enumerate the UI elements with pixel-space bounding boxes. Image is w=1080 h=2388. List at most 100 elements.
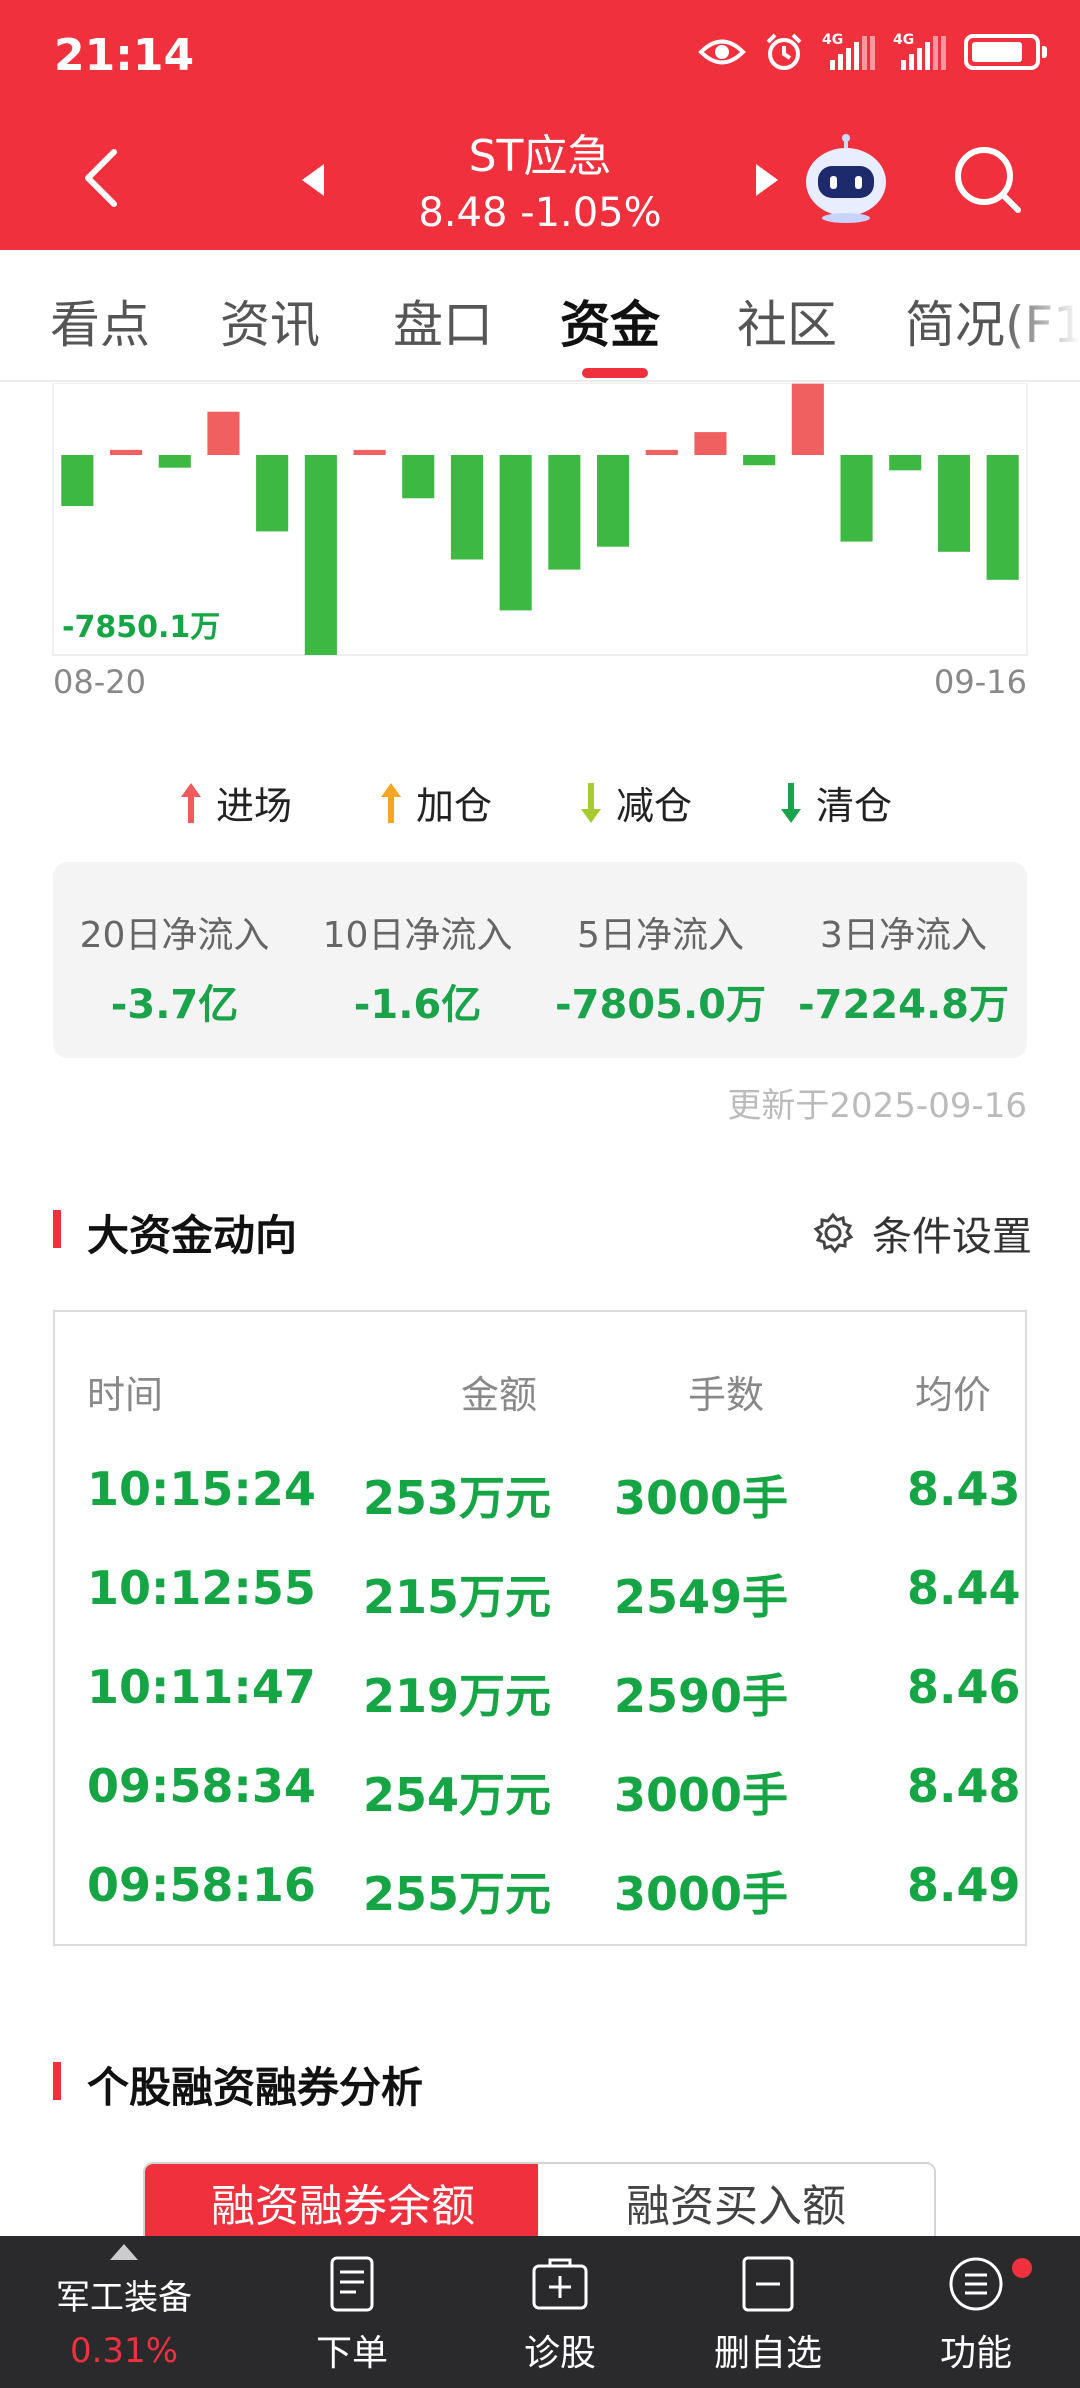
nav-label: 下单 <box>315 2333 388 2374</box>
big-money-title: 大资金动向 <box>87 1211 298 1260</box>
settings-label: 条件设置 <box>872 1214 1032 1260</box>
tab-fade-overlay <box>1000 250 1080 380</box>
nav-label: 删自选 <box>713 2333 822 2374</box>
cell-time: 10:11:47 <box>87 1660 316 1714</box>
chart-bar <box>158 455 191 468</box>
update-timestamp: 更新于2025-09-16 <box>727 1086 1027 1126</box>
chart-bar <box>791 383 824 455</box>
cell-amount: 215万元 <box>363 1570 552 1624</box>
margin-section-title: 个股融资融券分析 <box>87 2063 424 2112</box>
chart-bar <box>645 449 678 455</box>
table-row: 10:11:47 219万元 2590手 8.46 <box>55 1660 1025 1759</box>
cell-avg-price: 8.46 <box>907 1660 1021 1714</box>
chart-bar <box>937 455 970 552</box>
col-header-time: 时间 <box>87 1373 164 1417</box>
cell-time: 10:12:55 <box>87 1561 316 1615</box>
net-inflow-value: -7224.8万 <box>798 982 1009 1028</box>
nav-label: 诊股 <box>523 2333 596 2374</box>
chart-bar <box>207 411 240 455</box>
legend-item: 清仓 <box>778 775 892 830</box>
cell-amount: 255万元 <box>363 1867 552 1921</box>
legend-label: 进场 <box>216 784 293 828</box>
condition-settings-button[interactable]: 条件设置 <box>812 1204 1032 1262</box>
cell-amount: 253万元 <box>363 1471 552 1525</box>
cell-time: 10:15:24 <box>87 1462 316 1516</box>
nav-label: 功能 <box>939 2333 1012 2374</box>
col-header-amount: 金额 <box>461 1373 538 1417</box>
tab-kandian[interactable]: 看点 <box>50 285 150 357</box>
menu-circle-icon <box>949 2257 1003 2311</box>
net-inflow-label: 3日净流入 <box>820 915 987 956</box>
chart-bar <box>256 455 289 532</box>
chart-bar <box>889 455 922 471</box>
minus-box-icon <box>742 2256 794 2312</box>
legend-label: 加仓 <box>416 784 493 828</box>
status-icons: 4G 4G <box>698 32 1047 72</box>
caret-up-icon <box>110 2244 138 2260</box>
chart-bar <box>986 455 1019 580</box>
chart-min-label: -7850.1万 <box>62 610 220 645</box>
signal-icon: 4G <box>822 32 875 70</box>
chart-bar <box>450 455 483 560</box>
table-row: 10:15:24 253万元 3000手 8.43 <box>55 1462 1025 1561</box>
net-inflow-summary: 20日净流入 -3.7亿 10日净流入 -1.6亿 5日净流入 -7805.0万… <box>53 862 1027 1058</box>
nav-order[interactable]: 下单 <box>282 2256 422 2376</box>
net-inflow-value: -3.7亿 <box>110 982 239 1028</box>
cell-avg-price: 8.48 <box>907 1759 1021 1813</box>
search-icon[interactable] <box>952 144 1024 216</box>
net-inflow-label: 10日净流入 <box>322 915 513 956</box>
battery-icon <box>964 34 1047 70</box>
status-time: 21:14 <box>54 30 195 81</box>
cell-avg-price: 8.43 <box>907 1462 1021 1516</box>
sector-name: 军工装备 <box>56 2278 192 2318</box>
cell-amount: 219万元 <box>363 1669 552 1723</box>
arrow-up-icon <box>181 782 201 823</box>
tab-funds[interactable]: 资金 <box>560 285 660 357</box>
chart-bar <box>499 455 532 611</box>
active-tab-indicator <box>582 368 648 378</box>
legend-item: 加仓 <box>378 775 492 830</box>
net-inflow-10d: 10日净流入 -1.6亿 <box>296 906 539 1030</box>
notification-dot <box>1012 2258 1032 2278</box>
cell-lots: 3000手 <box>614 1867 789 1921</box>
tab-order-book[interactable]: 盘口 <box>393 285 493 357</box>
tab-news[interactable]: 资讯 <box>220 285 320 357</box>
cell-avg-price: 8.49 <box>907 1858 1021 1912</box>
chart-bar <box>110 449 143 455</box>
net-inflow-5d: 5日净流入 -7805.0万 <box>539 906 782 1030</box>
net-inflow-3d: 3日净流入 -7224.8万 <box>782 906 1025 1030</box>
cell-lots: 3000手 <box>614 1768 789 1822</box>
fund-flow-chart: -7850.1万 <box>52 383 1028 656</box>
sector-quote-button[interactable]: 军工装备 0.31% <box>54 2244 194 2371</box>
table-row: 10:12:55 215万元 2549手 8.44 <box>55 1561 1025 1660</box>
big-money-table: 时间 金额 手数 均价 10:15:24 253万元 3000手 8.43 10… <box>53 1310 1027 1946</box>
chart-bar <box>597 455 630 547</box>
network-type-label: 4G <box>822 32 844 48</box>
chart-bar <box>61 455 94 506</box>
arrow-up-icon <box>381 782 401 823</box>
col-header-avg-price: 均价 <box>915 1373 992 1417</box>
nav-remove-watchlist[interactable]: 删自选 <box>698 2256 838 2376</box>
tab-bar: 看点 资讯 盘口 资金 社区 简况(F1 <box>0 250 1080 382</box>
tab-community[interactable]: 社区 <box>737 285 837 357</box>
sector-change: 0.31% <box>69 2331 178 2371</box>
cell-lots: 3000手 <box>614 1471 789 1525</box>
cell-time: 09:58:16 <box>87 1858 316 1912</box>
robot-assistant-icon[interactable] <box>800 134 892 224</box>
network-type-label: 4G <box>893 32 915 48</box>
legend-item: 进场 <box>178 775 292 830</box>
cell-lots: 2590手 <box>614 1669 789 1723</box>
section-accent-bar <box>53 2062 61 2100</box>
cell-avg-price: 8.44 <box>907 1561 1021 1615</box>
legend-label: 清仓 <box>816 784 893 828</box>
cell-amount: 254万元 <box>363 1768 552 1822</box>
table-row: 09:58:16 255万元 3000手 8.49 <box>55 1858 1025 1957</box>
signal-icon: 4G <box>893 32 946 70</box>
arrow-down-icon <box>581 782 601 823</box>
next-stock-icon[interactable] <box>754 162 780 198</box>
bottom-nav: 军工装备 0.31% 下单 诊股 删自选 功能 <box>0 2236 1080 2388</box>
nav-diagnose[interactable]: 诊股 <box>490 2256 630 2376</box>
net-inflow-label: 5日净流入 <box>577 915 744 956</box>
net-inflow-label: 20日净流入 <box>79 915 270 956</box>
chart-bar <box>548 455 581 570</box>
